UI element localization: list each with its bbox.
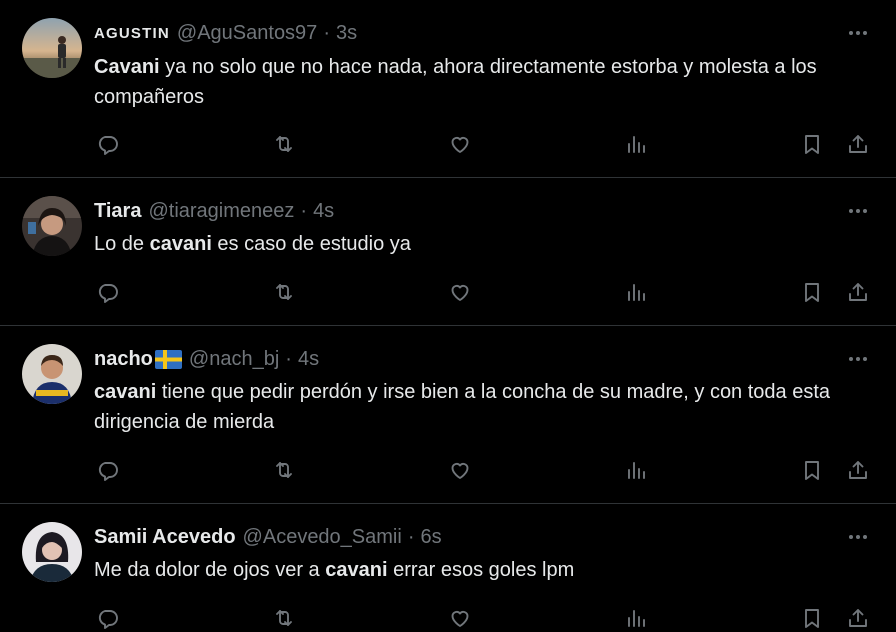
- highlighted-keyword: cavani: [325, 559, 388, 581]
- more-icon[interactable]: [846, 199, 870, 223]
- username-handle[interactable]: @nach_bj: [189, 348, 279, 371]
- display-name[interactable]: Tiara: [94, 200, 141, 223]
- tweet-header: nacho @nach_bj · 4s: [94, 346, 319, 372]
- views-icon[interactable]: [622, 604, 650, 632]
- tweet[interactable]: AGUSTIN @AguSantos97 · 3s Cavani ya no s…: [0, 0, 896, 178]
- tweet[interactable]: Tiara @tiaragimeneez · 4s Lo de cavani e…: [0, 178, 896, 326]
- retweet-icon[interactable]: [270, 604, 298, 632]
- username-handle[interactable]: @tiaragimeneez: [148, 200, 294, 223]
- username-handle[interactable]: @Acevedo_Samii: [243, 526, 402, 549]
- like-icon[interactable]: [446, 604, 474, 632]
- bookmark-icon[interactable]: [798, 278, 826, 306]
- tweet-text-rest: ya no solo que no hace nada, ahora direc…: [94, 56, 817, 108]
- highlighted-keyword: Cavani: [94, 56, 160, 78]
- more-icon[interactable]: [846, 525, 870, 549]
- views-icon[interactable]: [622, 456, 650, 484]
- tweet-text: Cavani ya no solo que no hace nada, ahor…: [94, 52, 884, 112]
- views-icon[interactable]: [622, 278, 650, 306]
- more-icon[interactable]: [846, 347, 870, 371]
- timestamp[interactable]: 4s: [298, 348, 319, 371]
- tweet-text-after: errar esos goles lpm: [387, 559, 575, 581]
- bookmark-icon[interactable]: [798, 604, 826, 632]
- bookmark-icon[interactable]: [798, 130, 826, 158]
- bookmark-icon[interactable]: [798, 456, 826, 484]
- tweet-text-rest: tiene que pedir perdón y irse bien a la …: [94, 381, 831, 433]
- avatar[interactable]: [22, 344, 82, 404]
- action-bar: [0, 604, 896, 632]
- reply-icon[interactable]: [94, 456, 122, 484]
- reply-icon[interactable]: [94, 278, 122, 306]
- separator-dot: ·: [407, 525, 415, 548]
- share-icon[interactable]: [844, 278, 872, 306]
- avatar[interactable]: [22, 18, 82, 78]
- tweet-header: Samii Acevedo @Acevedo_Samii · 6s: [94, 524, 442, 550]
- timestamp[interactable]: 3s: [336, 22, 357, 45]
- views-icon[interactable]: [622, 130, 650, 158]
- avatar[interactable]: [22, 196, 82, 256]
- tweet[interactable]: nacho @nach_bj · 4s cavani tiene que ped…: [0, 326, 896, 504]
- retweet-icon[interactable]: [270, 456, 298, 484]
- timestamp[interactable]: 4s: [313, 200, 334, 223]
- tweet-header: AGUSTIN @AguSantos97 · 3s: [94, 20, 357, 46]
- separator-dot: ·: [323, 21, 330, 44]
- reply-icon[interactable]: [94, 130, 122, 158]
- retweet-icon[interactable]: [270, 130, 298, 158]
- share-icon[interactable]: [844, 604, 872, 632]
- action-bar: [0, 456, 896, 484]
- like-icon[interactable]: [446, 130, 474, 158]
- sweden-flag-icon: [154, 349, 182, 369]
- share-icon[interactable]: [844, 456, 872, 484]
- like-icon[interactable]: [446, 456, 474, 484]
- timeline: AGUSTIN @AguSantos97 · 3s Cavani ya no s…: [0, 0, 896, 632]
- tweet-header: Tiara @tiaragimeneez · 4s: [94, 198, 334, 224]
- username-handle[interactable]: @AguSantos97: [177, 22, 317, 45]
- display-name[interactable]: Samii Acevedo: [94, 526, 236, 549]
- separator-dot: ·: [300, 199, 308, 222]
- tweet-text-before: Lo de: [94, 233, 150, 255]
- avatar[interactable]: [22, 522, 82, 582]
- share-icon[interactable]: [844, 130, 872, 158]
- retweet-icon[interactable]: [270, 278, 298, 306]
- timestamp[interactable]: 6s: [421, 526, 442, 549]
- highlighted-keyword: cavani: [94, 381, 157, 403]
- tweet-text-after: es caso de estudio ya: [211, 233, 411, 255]
- tweet-text-before: Me da dolor de ojos ver a: [94, 559, 326, 581]
- action-bar: [0, 130, 896, 158]
- like-icon[interactable]: [446, 278, 474, 306]
- display-name[interactable]: nacho: [94, 348, 153, 371]
- display-name[interactable]: AGUSTIN: [94, 25, 170, 42]
- more-icon[interactable]: [846, 21, 870, 45]
- tweet-text: Lo de cavani es caso de estudio ya: [94, 229, 884, 259]
- action-bar: [0, 278, 896, 306]
- reply-icon[interactable]: [94, 604, 122, 632]
- tweet[interactable]: Samii Acevedo @Acevedo_Samii · 6s Me da …: [0, 504, 896, 632]
- tweet-text: cavani tiene que pedir perdón y irse bie…: [94, 377, 884, 437]
- separator-dot: ·: [285, 347, 292, 370]
- tweet-text: Me da dolor de ojos ver a cavani errar e…: [94, 555, 884, 585]
- highlighted-keyword: cavani: [149, 233, 212, 255]
